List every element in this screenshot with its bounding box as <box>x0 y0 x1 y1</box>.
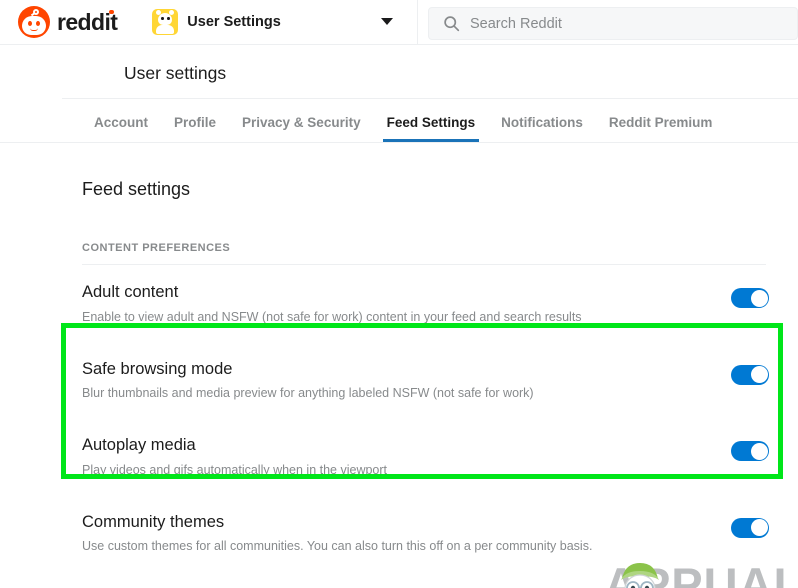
tab-profile[interactable]: Profile <box>174 115 216 142</box>
toggle-autoplay-media[interactable] <box>731 441 769 461</box>
header-divider <box>417 0 418 45</box>
toggle-adult-content[interactable] <box>731 288 769 308</box>
toggle-knob <box>750 519 768 536</box>
setting-text-block: Community themes Use custom themes for a… <box>82 512 592 556</box>
setting-description-safe-browsing-mode: Blur thumbnails and media preview for an… <box>82 386 534 401</box>
setting-label-community-themes: Community themes <box>82 512 225 531</box>
wordmark-dot-icon <box>109 9 114 14</box>
setting-label-adult-content: Adult content <box>82 283 179 301</box>
toggle-knob <box>750 442 768 460</box>
setting-text-block: Autoplay media Play videos and gifs auto… <box>82 435 387 479</box>
tab-notifications[interactable]: Notifications <box>501 115 583 142</box>
user-settings-menu[interactable]: User Settings <box>152 9 281 35</box>
toggle-knob <box>750 366 768 383</box>
setting-description-autoplay-media: Play videos and gifs automatically when … <box>82 462 388 477</box>
section-heading: Feed settings <box>82 179 191 199</box>
reddit-wordmark: reddit <box>57 8 118 35</box>
settings-rows: Adult content Enable to view adult and N… <box>82 265 782 571</box>
tab-account[interactable]: Account <box>94 115 148 142</box>
user-menu-label: User Settings <box>187 14 281 30</box>
tab-reddit-premium[interactable]: Reddit Premium <box>609 115 713 142</box>
setting-description-community-themes: Use custom themes for all communities. Y… <box>82 539 593 554</box>
setting-text-block: Safe browsing mode Blur thumbnails and m… <box>82 359 534 403</box>
setting-label-safe-browsing-mode: Safe browsing mode <box>82 359 233 378</box>
setting-label-autoplay-media: Autoplay media <box>82 436 196 454</box>
search-placeholder-text: Search Reddit <box>470 15 562 32</box>
reddit-wordmark-text: reddit <box>57 8 118 35</box>
setting-row-adult-content: Adult content Enable to view adult and N… <box>82 265 782 342</box>
top-navigation-bar: reddit User Settings Search Reddit <box>0 0 798 45</box>
settings-content: Feed settings CONTENT PREFERENCES Adult … <box>0 179 798 571</box>
search-icon <box>444 16 460 32</box>
reddit-snoo-icon <box>18 6 50 38</box>
toggle-community-themes[interactable] <box>731 517 769 538</box>
search-input[interactable]: Search Reddit <box>428 7 798 40</box>
tab-feed-settings[interactable]: Feed Settings <box>382 115 479 142</box>
user-avatar-icon <box>152 9 179 35</box>
tab-privacy-security[interactable]: Privacy & Security <box>242 115 361 142</box>
settings-tab-bar: Account Profile Privacy & Security Feed … <box>0 99 798 143</box>
page-title: User settings <box>124 63 227 83</box>
setting-row-autoplay-media: Autoplay media Play videos and gifs auto… <box>82 418 782 495</box>
page-title-row: User settings <box>62 45 798 99</box>
setting-description-adult-content: Enable to view adult and NSFW (not safe … <box>82 309 582 324</box>
toggle-safe-browsing-mode[interactable] <box>731 364 769 385</box>
section-group-label: CONTENT PREFERENCES <box>82 242 231 254</box>
user-settings-page: User settings Account Profile Privacy & … <box>0 45 798 588</box>
setting-row-community-themes: Community themes Use custom themes for a… <box>82 495 782 572</box>
setting-text-block: Adult content Enable to view adult and N… <box>82 282 582 326</box>
toggle-knob <box>750 289 768 307</box>
chevron-down-icon[interactable] <box>381 18 393 25</box>
reddit-home-link[interactable]: reddit <box>18 6 118 38</box>
setting-row-safe-browsing-mode: Safe browsing mode Blur thumbnails and m… <box>82 342 782 419</box>
